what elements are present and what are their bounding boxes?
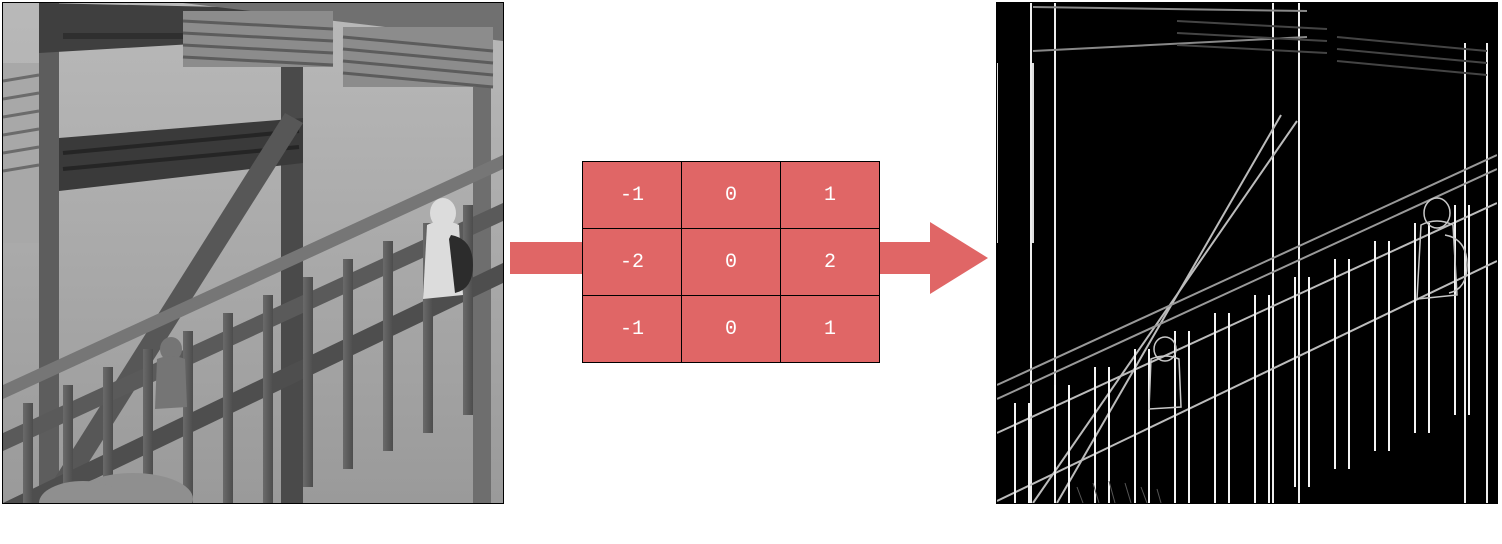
output-image-svg xyxy=(997,3,1497,503)
kernel-cell: 1 xyxy=(781,296,880,363)
kernel-cell: 2 xyxy=(781,229,880,296)
kernel-cell: 0 xyxy=(682,296,781,363)
kernel-cell: 0 xyxy=(682,229,781,296)
kernel-cell: 1 xyxy=(781,162,880,229)
input-image xyxy=(2,2,504,504)
table-row: -1 0 1 xyxy=(583,162,880,229)
input-image-svg xyxy=(3,3,503,503)
table-row: -1 0 1 xyxy=(583,296,880,363)
kernel-cell: -1 xyxy=(583,296,682,363)
convolution-kernel: -1 0 1 -2 0 2 -1 0 1 xyxy=(582,161,880,363)
output-image xyxy=(996,2,1498,504)
kernel-cell: -1 xyxy=(583,162,682,229)
table-row: -2 0 2 xyxy=(583,229,880,296)
kernel-cell: 0 xyxy=(682,162,781,229)
kernel-cell: -2 xyxy=(583,229,682,296)
diagram-container: -1 0 1 -2 0 2 -1 0 1 xyxy=(0,0,1502,544)
